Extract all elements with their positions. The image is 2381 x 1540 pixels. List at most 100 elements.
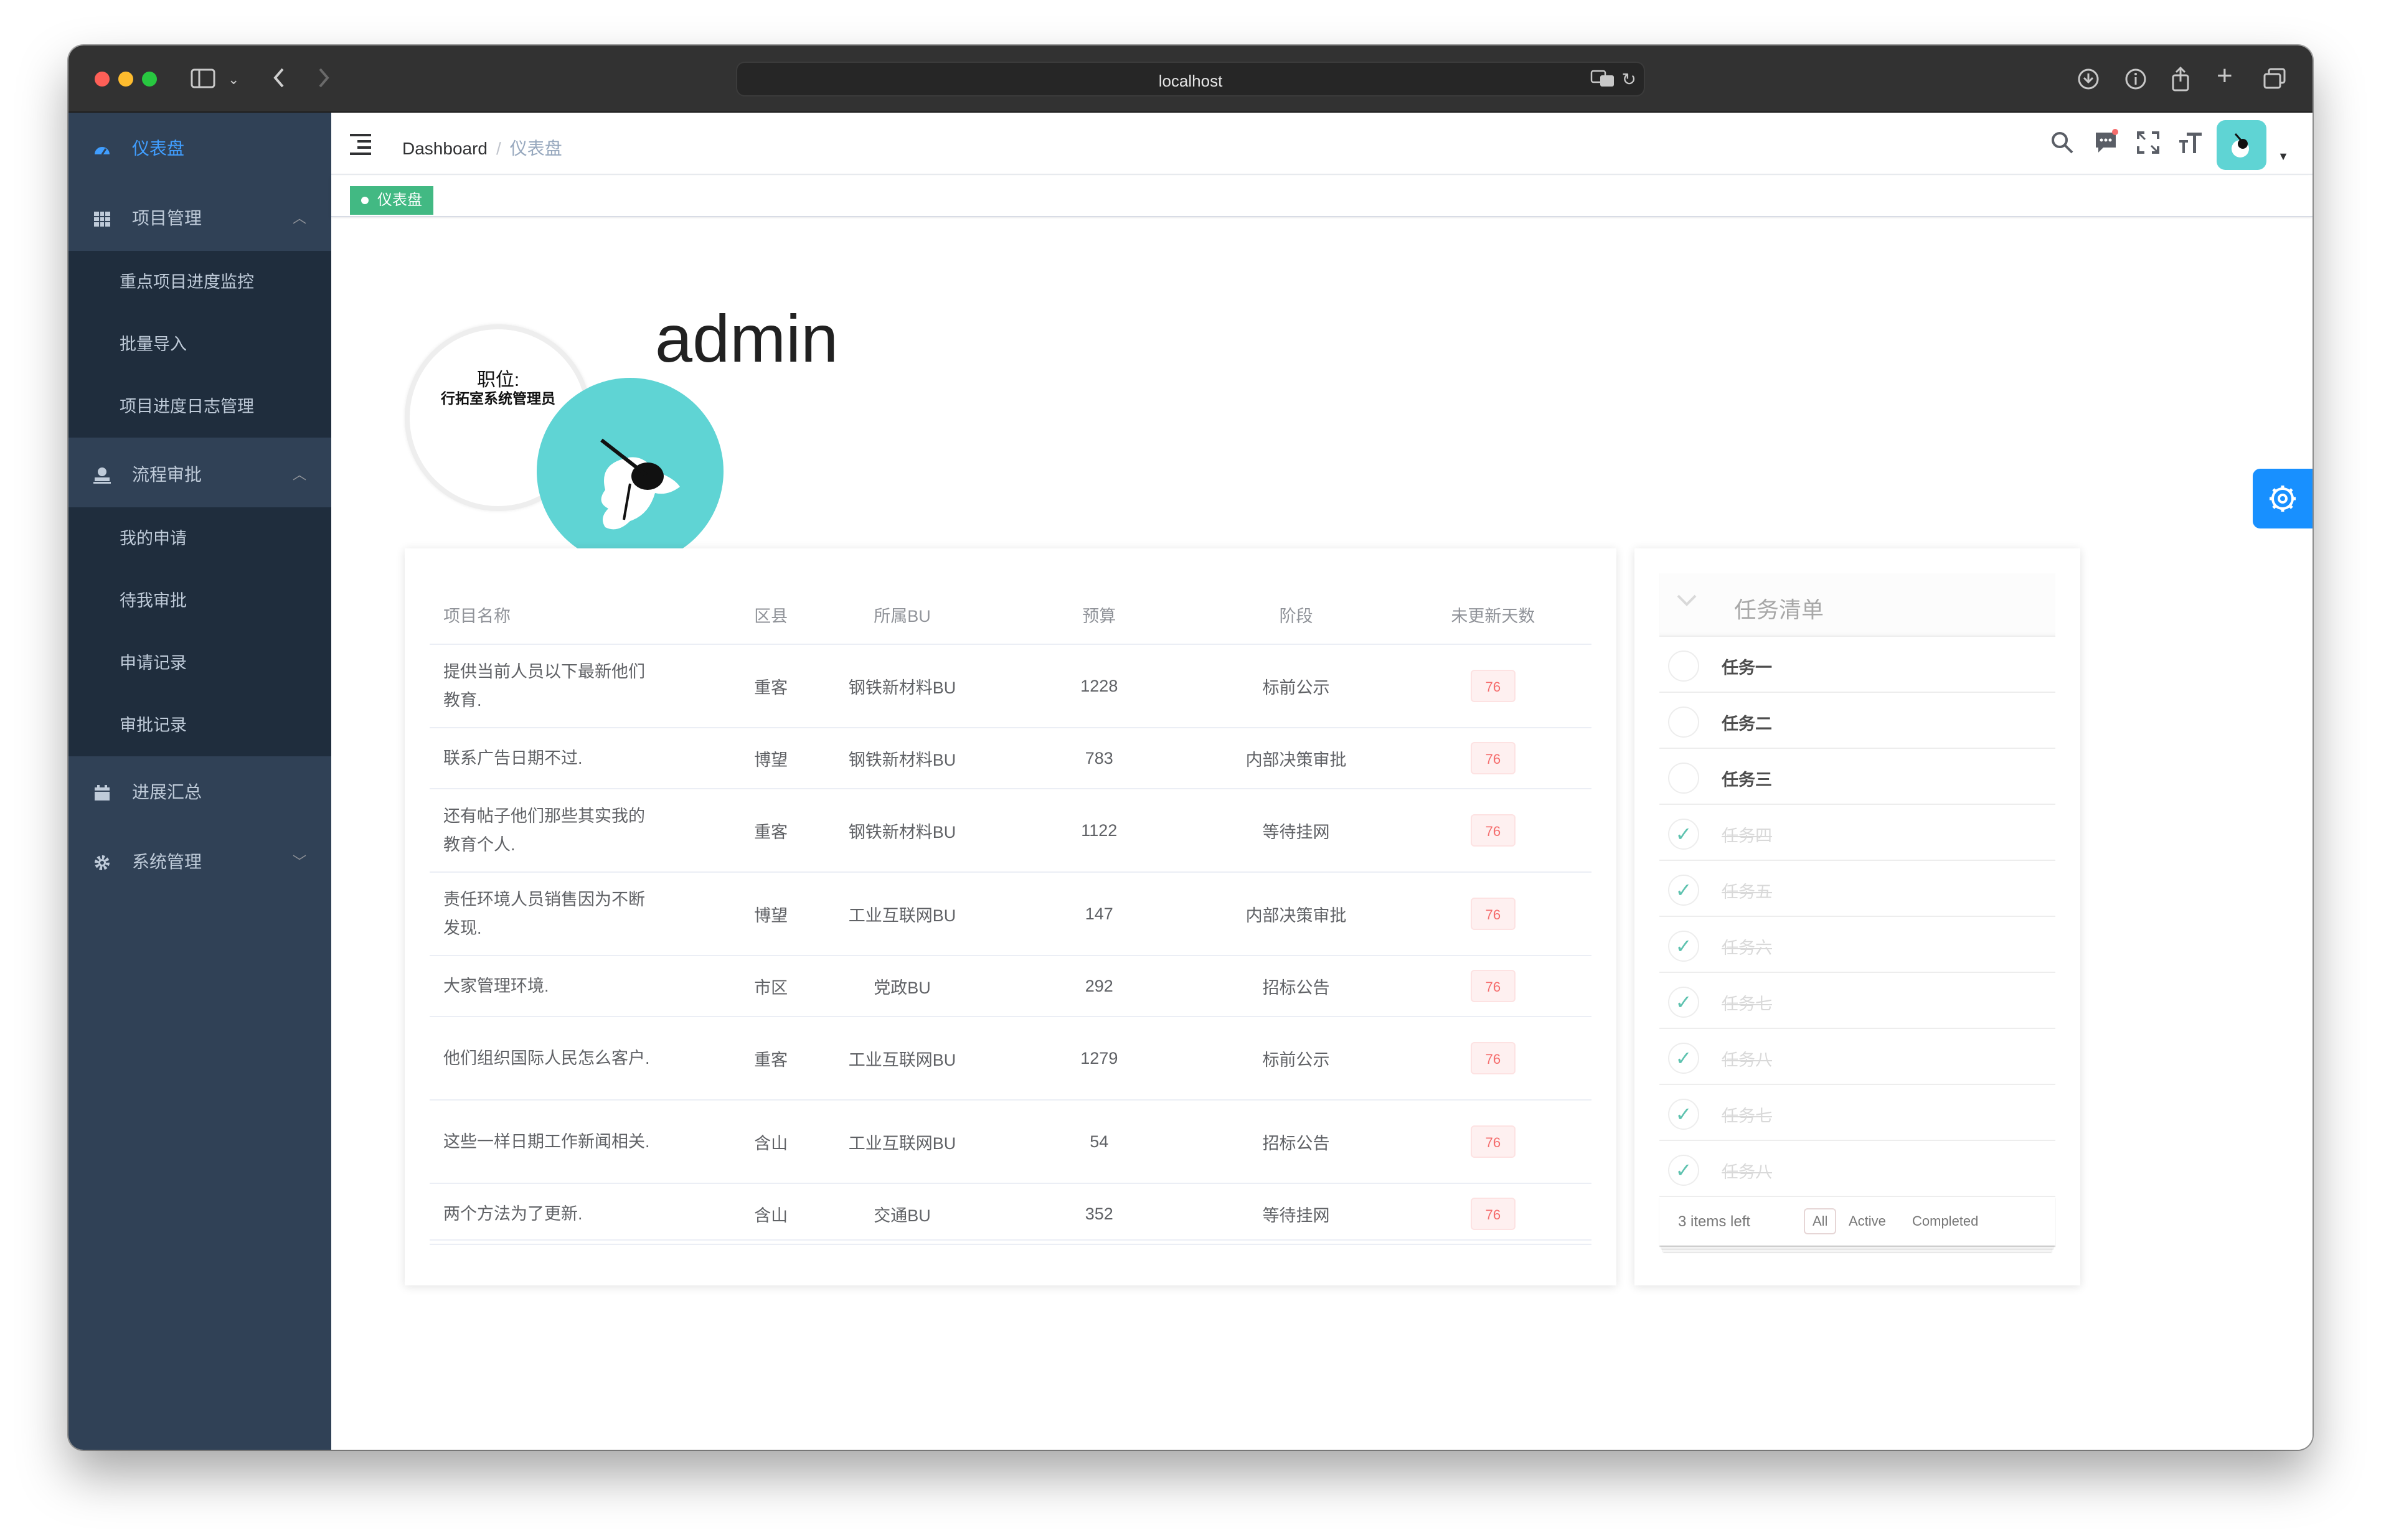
share-icon[interactable] bbox=[2171, 66, 2190, 95]
table-row[interactable]: 联系广告日期不过. 博望 钢铁新材料BU 783 内部决策审批 76 bbox=[430, 728, 1591, 789]
translate-icon[interactable] bbox=[1590, 69, 1615, 93]
sidebar: 仪表盘 项目管理 ︿ 重点项目进度监控 批量导入 项目进度日志管理 流程审批 ︿… bbox=[68, 113, 331, 1450]
notification-dot bbox=[2112, 129, 2118, 135]
forward-icon[interactable] bbox=[316, 67, 331, 93]
cell-project-name: 两个方法为了更新. bbox=[430, 1183, 738, 1245]
browser-window: ⌄ localhost ↻ + 仪表盘 项目管理 ︿ 重点项目进度监控 批量导入… bbox=[68, 45, 2313, 1450]
check-icon[interactable]: ✓ bbox=[1668, 819, 1699, 850]
zoom-window-button[interactable] bbox=[142, 72, 157, 87]
address-bar[interactable]: localhost ↻ bbox=[736, 62, 1645, 96]
sidebar-item-progress-summary[interactable]: 进展汇总 bbox=[68, 761, 331, 824]
sidebar-item-label: 仪表盘 bbox=[132, 139, 185, 158]
gear-icon bbox=[92, 831, 112, 893]
todo-label: 任务八 bbox=[1722, 1051, 1772, 1069]
todo-checkbox[interactable] bbox=[1668, 763, 1699, 794]
cell-county: 重客 bbox=[738, 644, 804, 728]
tag-dashboard[interactable]: 仪表盘 bbox=[350, 186, 433, 215]
download-icon[interactable] bbox=[2077, 68, 2100, 94]
filter-active[interactable]: Active bbox=[1840, 1208, 1895, 1234]
sidebar-subitem-application-records[interactable]: 申请记录 bbox=[120, 632, 187, 694]
check-icon[interactable]: ✓ bbox=[1668, 1099, 1699, 1130]
check-icon[interactable]: ✓ bbox=[1668, 987, 1699, 1018]
user-avatar[interactable] bbox=[2217, 120, 2266, 170]
sidebar-item-label: 系统管理 bbox=[132, 852, 202, 871]
sidebar-item-project-management[interactable]: 项目管理 ︿ bbox=[68, 187, 331, 250]
todo-item[interactable]: ✓ 任务六 bbox=[1659, 917, 2055, 973]
todo-card: 任务清单 任务一 任务二 任务三 ✓ 任务四 ✓ 任务五 ✓ 任务六 ✓ 任务七… bbox=[1634, 548, 2080, 1285]
table-row[interactable]: 还有帖子他们那些其实我的教育个人. 重客 钢铁新材料BU 1122 等待挂网 7… bbox=[430, 789, 1591, 873]
info-icon[interactable] bbox=[2124, 68, 2147, 94]
todo-item[interactable]: 任务二 bbox=[1659, 693, 2055, 749]
back-icon[interactable] bbox=[271, 67, 286, 93]
cell-bu: 党政BU bbox=[803, 955, 1001, 1017]
caret-down-icon[interactable]: ▼ bbox=[2278, 150, 2289, 163]
new-tab-icon[interactable]: + bbox=[2217, 62, 2233, 90]
sidebar-subitem-batch-import[interactable]: 批量导入 bbox=[120, 313, 187, 375]
cell-text: 他们组织国际人民怎么客户. bbox=[443, 1049, 650, 1068]
sidebar-subitem-my-applications[interactable]: 我的申请 bbox=[120, 507, 187, 570]
check-icon[interactable]: ✓ bbox=[1668, 1043, 1699, 1074]
sidebar-item-dashboard[interactable]: 仪表盘 bbox=[68, 118, 331, 180]
table-icon bbox=[92, 187, 112, 250]
table-row[interactable]: 他们组织国际人民怎么客户. 重客 工业互联网BU 1279 标前公示 76 bbox=[430, 1016, 1591, 1101]
cell-stage: 内部决策审批 bbox=[1197, 728, 1395, 789]
todo-item[interactable]: ✓ 任务八 bbox=[1659, 1141, 2055, 1197]
todo-item[interactable]: ✓ 任务五 bbox=[1659, 861, 2055, 917]
check-icon[interactable]: ✓ bbox=[1668, 931, 1699, 962]
toggle-all-icon[interactable] bbox=[1674, 587, 1699, 618]
todo-label: 任务七 bbox=[1722, 1107, 1772, 1125]
todo-checkbox[interactable] bbox=[1668, 707, 1699, 738]
tab-overview-icon[interactable] bbox=[2263, 68, 2286, 94]
cell-county: 博望 bbox=[738, 728, 804, 789]
breadcrumb-dashboard[interactable]: Dashboard bbox=[402, 139, 488, 158]
days-badge: 76 bbox=[1470, 1198, 1516, 1230]
cell-text: 还有帖子他们那些其实我的教育个人. bbox=[443, 807, 645, 854]
font-size-icon[interactable] bbox=[2178, 130, 2203, 159]
search-icon[interactable] bbox=[2050, 130, 2075, 159]
sidebar-item-process-approval[interactable]: 流程审批 ︿ bbox=[68, 444, 331, 506]
message-icon[interactable] bbox=[2093, 129, 2118, 159]
todo-item[interactable]: 任务三 bbox=[1659, 749, 2055, 805]
todo-item[interactable]: ✓ 任务八 bbox=[1659, 1029, 2055, 1085]
sidebar-subitem-pending-approval[interactable]: 待我审批 bbox=[120, 570, 187, 632]
days-badge: 76 bbox=[1470, 898, 1516, 930]
submenu-project-management: 重点项目进度监控 批量导入 项目进度日志管理 bbox=[68, 251, 331, 438]
todo-label: 任务七 bbox=[1722, 995, 1772, 1013]
days-badge: 76 bbox=[1470, 1125, 1516, 1158]
chevron-down-icon[interactable]: ⌄ bbox=[228, 69, 239, 90]
minimize-window-button[interactable] bbox=[118, 72, 133, 87]
navbar: Dashboard / 仪表盘 ▼ bbox=[331, 113, 2313, 175]
todo-item[interactable]: ✓ 任务七 bbox=[1659, 1085, 2055, 1141]
settings-button[interactable] bbox=[2253, 469, 2313, 528]
todo-item[interactable]: ✓ 任务七 bbox=[1659, 973, 2055, 1029]
todo-label: 任务一 bbox=[1722, 659, 1772, 677]
todo-item[interactable]: 任务一 bbox=[1659, 637, 2055, 693]
cell-bu: 钢铁新材料BU bbox=[803, 789, 1001, 873]
filter-all[interactable]: All bbox=[1804, 1208, 1837, 1234]
reload-icon[interactable]: ↻ bbox=[1622, 69, 1636, 90]
cell-stage: 标前公示 bbox=[1197, 644, 1395, 728]
sidebar-subitem-key-project-monitor[interactable]: 重点项目进度监控 bbox=[120, 251, 254, 313]
todo-header: 任务清单 bbox=[1659, 573, 2055, 637]
table-row[interactable]: 责任环境人员销售因为不断发现. 博望 工业互联网BU 147 内部决策审批 76 bbox=[430, 872, 1591, 956]
filter-completed[interactable]: Completed bbox=[1903, 1208, 1987, 1234]
dashboard-icon bbox=[92, 118, 112, 180]
sidebar-subitem-progress-log[interactable]: 项目进度日志管理 bbox=[120, 375, 254, 438]
sidebar-toggle-icon[interactable] bbox=[191, 68, 215, 93]
cell-budget: 1279 bbox=[1001, 1016, 1198, 1101]
table-row[interactable]: 提供当前人员以下最新他们教育. 重客 钢铁新材料BU 1228 标前公示 76 bbox=[430, 644, 1591, 728]
todo-checkbox[interactable] bbox=[1668, 650, 1699, 682]
todo-item[interactable]: ✓ 任务四 bbox=[1659, 805, 2055, 861]
close-window-button[interactable] bbox=[95, 72, 110, 87]
sidebar-subitem-approval-records[interactable]: 审批记录 bbox=[120, 694, 187, 756]
table-row[interactable]: 大家管理环境. 市区 党政BU 292 招标公告 76 bbox=[430, 955, 1591, 1017]
table-row[interactable]: 这些一样日期工作新闻相关. 含山 工业互联网BU 54 招标公告 76 bbox=[430, 1100, 1591, 1184]
check-icon[interactable]: ✓ bbox=[1668, 875, 1699, 906]
todo-label: 任务五 bbox=[1722, 883, 1772, 901]
hamburger-icon[interactable] bbox=[350, 133, 372, 155]
sidebar-item-system-management[interactable]: 系统管理 ﹀ bbox=[68, 831, 331, 893]
fullscreen-icon[interactable] bbox=[2136, 130, 2161, 159]
check-icon[interactable]: ✓ bbox=[1668, 1155, 1699, 1186]
table-row[interactable]: 两个方法为了更新. 含山 交通BU 352 等待挂网 76 bbox=[430, 1183, 1591, 1245]
tags-view: 仪表盘 bbox=[331, 176, 2313, 217]
